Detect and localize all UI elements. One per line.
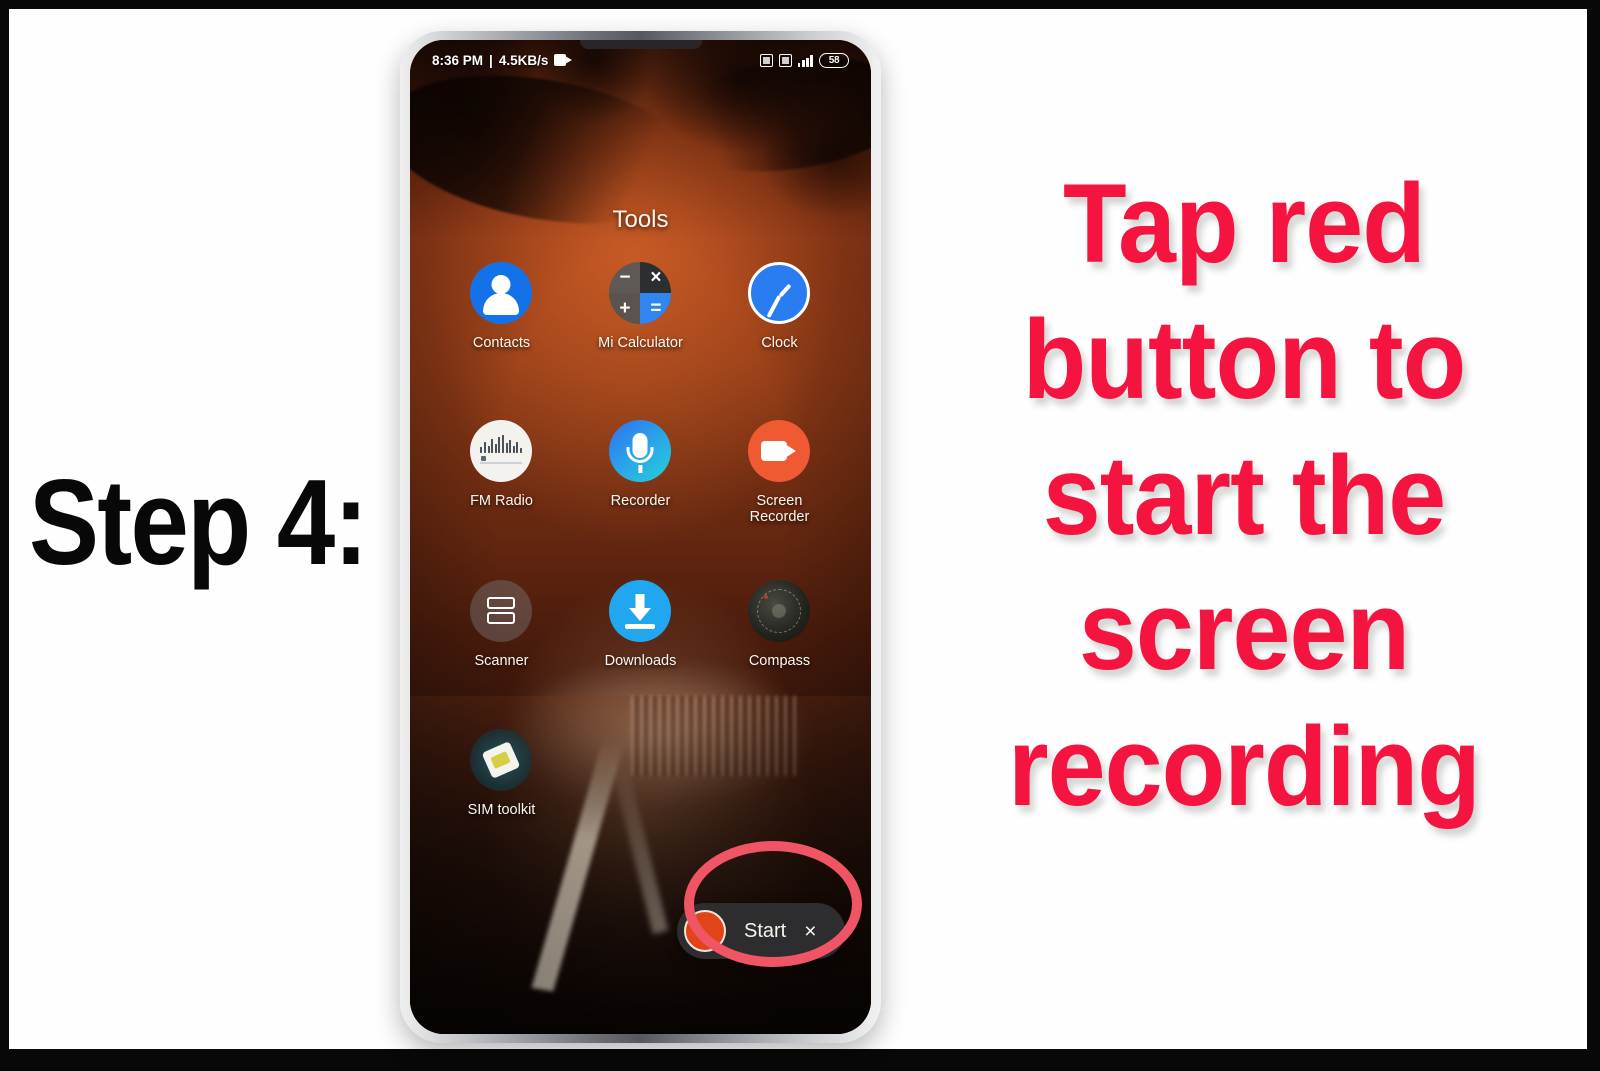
clock-icon[interactable]	[748, 262, 811, 324]
app-label-screen-recorder: Screen Recorder	[749, 492, 810, 526]
app-item-contacts[interactable]: Contacts	[432, 262, 571, 352]
status-bar-right: 58	[759, 52, 849, 68]
compass-icon[interactable]	[748, 579, 811, 642]
phone-screen: 8:36 PM | 4.5KB/s 58 Tools Contacts − × …	[410, 40, 871, 1034]
slide-canvas: Step 4: Tap red button to start the scre…	[9, 9, 1587, 1049]
app-badge-icon	[759, 53, 773, 67]
app-row-2: FM Radio Recorder Screen Recorder	[432, 419, 849, 526]
app-label-recorder: Recorder	[610, 492, 671, 509]
download-arrow-icon[interactable]	[609, 579, 672, 642]
status-separator: |	[489, 52, 493, 68]
app-label-downloads: Downloads	[604, 652, 677, 669]
status-time: 8:36 PM	[432, 52, 484, 68]
app-item-clock[interactable]: Clock	[710, 262, 849, 352]
app-label-contacts: Contacts	[472, 335, 531, 351]
app-row-1: Contacts − × + = Mi Calculator Clock	[432, 262, 849, 352]
app-label-clock: Clock	[761, 335, 798, 351]
earpiece-speaker-icon	[579, 40, 702, 49]
app-item-compass[interactable]: Compass	[710, 579, 849, 670]
app-item-scanner[interactable]: Scanner	[432, 579, 571, 670]
app-item-mi-calculator[interactable]: − × + = Mi Calculator	[571, 262, 710, 352]
instruction-line-3: start the	[1042, 432, 1447, 558]
app-row-4: SIM toolkit	[432, 729, 849, 819]
frame-border-left	[0, 0, 9, 1071]
app-label-fm-radio: FM Radio	[470, 492, 533, 509]
status-network-speed: 4.5KB/s	[498, 52, 549, 68]
app-cell-empty-2	[710, 729, 849, 819]
app-label-sim-toolkit: SIM toolkit	[467, 802, 536, 819]
microphone-icon[interactable]	[609, 419, 672, 482]
app-item-fm-radio[interactable]: FM Radio	[432, 419, 571, 526]
app-label-mi-calculator: Mi Calculator	[598, 335, 683, 351]
record-button[interactable]	[684, 910, 726, 952]
app-cell-empty-1	[571, 729, 710, 819]
app-label-compass: Compass	[748, 652, 811, 669]
instruction-line-4: screen	[1078, 568, 1410, 694]
battery-indicator: 58	[819, 52, 849, 68]
instruction-line-2: button to	[1022, 296, 1467, 422]
fm-radio-icon[interactable]	[470, 419, 533, 482]
start-label[interactable]: Start	[744, 920, 786, 943]
app-item-sim-toolkit[interactable]: SIM toolkit	[432, 729, 571, 819]
phone-device: 8:36 PM | 4.5KB/s 58 Tools Contacts − × …	[400, 31, 881, 1043]
frame-border-right	[1587, 0, 1600, 1071]
app-item-screen-recorder[interactable]: Screen Recorder	[710, 419, 849, 526]
dnd-icon	[778, 53, 792, 67]
screen-record-icon	[554, 54, 573, 66]
screen-recorder-widget: Start ×	[677, 903, 845, 959]
app-grid: Contacts − × + = Mi Calculator Clock FM …	[410, 262, 871, 819]
status-bar-left: 8:36 PM | 4.5KB/s	[432, 52, 573, 68]
close-icon[interactable]: ×	[804, 921, 816, 942]
instruction-line-1: Tap red	[1063, 161, 1426, 286]
contacts-icon[interactable]	[470, 262, 533, 324]
app-item-downloads[interactable]: Downloads	[571, 579, 710, 670]
app-label-scanner: Scanner	[474, 652, 529, 669]
screen-recorder-icon[interactable]	[748, 419, 811, 482]
folder-title: Tools	[612, 206, 669, 233]
instruction-line-5: recording	[1007, 704, 1481, 829]
instruction-text-block: Tap red button to start the screen recor…	[914, 161, 1574, 848]
calculator-icon[interactable]: − × + =	[609, 262, 672, 324]
frame-border-bottom	[0, 1049, 1600, 1071]
step-label: Step 4:	[29, 454, 368, 590]
sim-card-icon[interactable]	[470, 729, 533, 792]
app-row-3: Scanner Downloads Compass	[432, 579, 849, 670]
frame-border-top	[0, 0, 1600, 9]
app-item-recorder[interactable]: Recorder	[571, 419, 710, 526]
signal-bars-icon	[797, 54, 813, 67]
scanner-icon[interactable]	[470, 579, 533, 642]
